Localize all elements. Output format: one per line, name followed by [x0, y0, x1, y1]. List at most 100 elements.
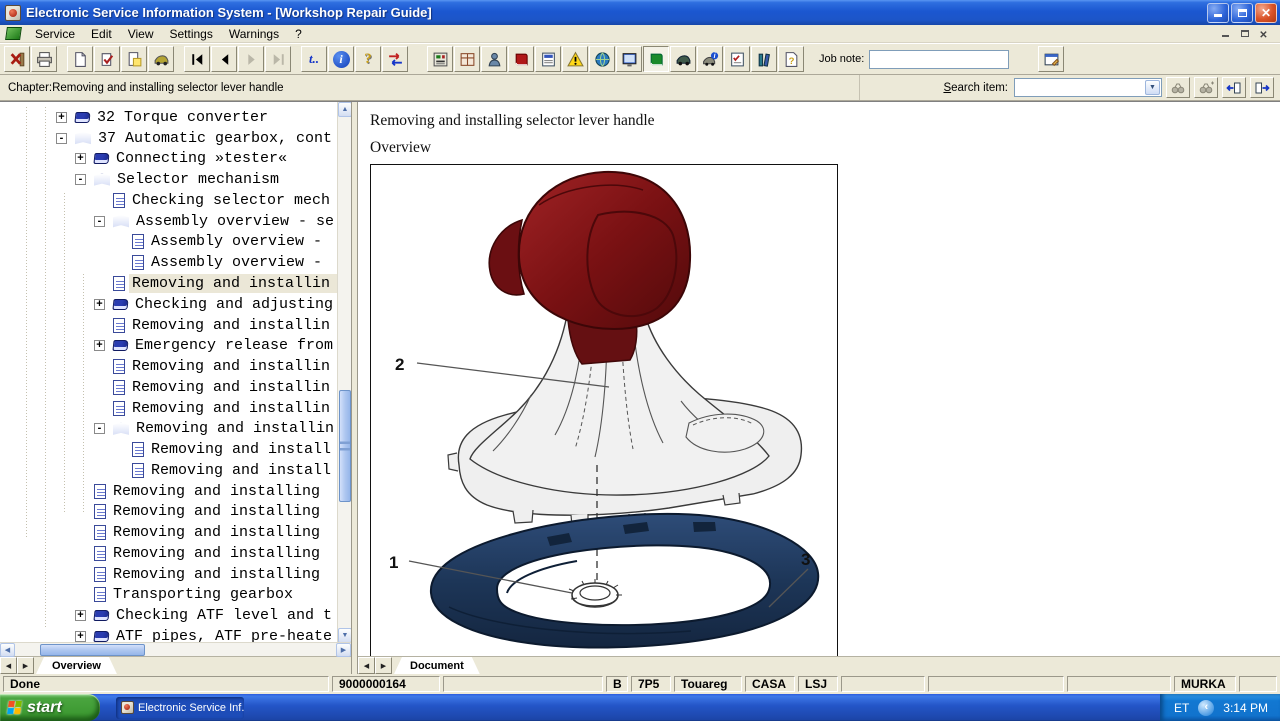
tree-item[interactable]: -Selector mechanism — [0, 169, 351, 190]
document-edit-button[interactable] — [94, 46, 120, 72]
document-help-button[interactable]: ? — [778, 46, 804, 72]
tree-item[interactable]: -37 Automatic gearbox, cont — [0, 128, 351, 149]
tree-item[interactable]: Removing and installing — [0, 481, 351, 502]
restore-button[interactable] — [1231, 3, 1253, 23]
tree-item[interactable]: Removing and install — [0, 439, 351, 460]
tab-overview[interactable]: Overview — [36, 657, 117, 674]
checklist-button[interactable] — [724, 46, 750, 72]
new-document-button[interactable] — [67, 46, 93, 72]
menu-edit[interactable]: Edit — [83, 26, 120, 42]
goto-next-button[interactable] — [1250, 77, 1274, 98]
tree-item[interactable]: Removing and installing — [0, 564, 351, 585]
tree-item[interactable]: +Connecting »tester« — [0, 149, 351, 170]
tree-item[interactable]: Assembly overview - — [0, 232, 351, 253]
menu-settings[interactable]: Settings — [162, 26, 221, 42]
nav-forward-button[interactable] — [238, 46, 264, 72]
help-button[interactable] — [355, 46, 381, 72]
globe-button[interactable] — [589, 46, 615, 72]
search-input[interactable] — [1015, 81, 1145, 95]
tree-item[interactable]: Removing and installin — [0, 377, 351, 398]
print-button[interactable] — [31, 46, 57, 72]
tree-item[interactable]: Removing and installin — [0, 315, 351, 336]
search-item-combobox[interactable] — [1014, 78, 1162, 97]
minimize-button[interactable] — [1207, 3, 1229, 23]
start-button[interactable]: start — [0, 694, 100, 721]
close-button[interactable] — [1255, 3, 1277, 23]
collapse-icon[interactable]: - — [94, 423, 105, 434]
mdi-close-button[interactable] — [1255, 27, 1272, 41]
warning-button[interactable] — [562, 46, 588, 72]
vehicle-info-button[interactable]: i — [697, 46, 723, 72]
scroll-left-button[interactable] — [0, 643, 15, 657]
tree-item[interactable]: Removing and installin — [0, 398, 351, 419]
tree-item[interactable]: +Emergency release from — [0, 335, 351, 356]
tree-item[interactable]: Removing and installin — [0, 356, 351, 377]
find-button[interactable] — [1166, 77, 1190, 98]
horizontal-scrollbar-thumb[interactable] — [40, 644, 145, 656]
tree-item[interactable]: -Removing and installin — [0, 418, 351, 439]
job-note-input[interactable] — [869, 50, 1009, 69]
customer-button[interactable] — [481, 46, 507, 72]
tree-item[interactable]: Removing and install — [0, 460, 351, 481]
screen-button[interactable] — [616, 46, 642, 72]
tree-item[interactable]: +Checking ATF level and t — [0, 605, 351, 626]
workshop-manual-button[interactable] — [427, 46, 453, 72]
tree-item[interactable]: Removing and installing — [0, 502, 351, 523]
tree-item[interactable]: +Checking and adjusting — [0, 294, 351, 315]
expand-icon[interactable]: + — [94, 299, 105, 310]
vertical-scrollbar-thumb[interactable] — [339, 390, 351, 502]
taskbar-task-button[interactable]: Electronic Service Inf... — [116, 697, 244, 719]
document-content[interactable]: Removing and installing selector lever h… — [358, 102, 1280, 656]
tree-item[interactable]: +32 Torque converter — [0, 107, 351, 128]
window-table-button[interactable] — [454, 46, 480, 72]
tree-item[interactable]: Assembly overview - — [0, 252, 351, 273]
menu-view[interactable]: View — [120, 26, 162, 42]
menu-help[interactable]: ? — [287, 26, 310, 42]
expand-icon[interactable]: + — [56, 112, 67, 123]
scroll-down-button[interactable] — [338, 628, 351, 642]
collapse-icon[interactable]: - — [75, 174, 86, 185]
language-indicator[interactable]: ET — [1174, 701, 1189, 715]
exit-button[interactable] — [4, 46, 30, 72]
expand-icon[interactable]: + — [75, 610, 86, 621]
chevron-down-icon[interactable] — [1145, 80, 1160, 95]
green-manual-button[interactable] — [643, 46, 669, 72]
expand-icon[interactable]: + — [75, 153, 86, 164]
menu-warnings[interactable]: Warnings — [221, 26, 287, 42]
tab-scroll-left-button[interactable] — [0, 657, 17, 674]
tree-item[interactable]: +ATF pipes, ATF pre-heate — [0, 626, 351, 642]
red-book-button[interactable] — [508, 46, 534, 72]
expand-icon[interactable]: + — [75, 631, 86, 642]
goto-previous-button[interactable] — [1222, 77, 1246, 98]
doc-tab-scroll-right-button[interactable] — [375, 657, 392, 674]
document-list-button[interactable] — [535, 46, 561, 72]
tree-item[interactable]: Checking selector mech — [0, 190, 351, 211]
tab-document[interactable]: Document — [394, 657, 480, 674]
doc-tab-scroll-left-button[interactable] — [358, 657, 375, 674]
expand-icon[interactable]: + — [94, 340, 105, 351]
tree-item[interactable]: Transporting gearbox — [0, 585, 351, 606]
find-next-button[interactable] — [1194, 77, 1218, 98]
hidden-icons-chevron-icon[interactable] — [1198, 700, 1214, 716]
tree-item-selected[interactable]: Removing and installin — [0, 273, 351, 294]
tree-item[interactable]: -Assembly overview - se — [0, 211, 351, 232]
tab-scroll-right-button[interactable] — [17, 657, 34, 674]
collapse-icon[interactable]: - — [56, 133, 67, 144]
tree-item[interactable]: Removing and installing — [0, 543, 351, 564]
job-note-editor-button[interactable] — [1038, 46, 1064, 72]
swap-windows-button[interactable] — [382, 46, 408, 72]
document-note-button[interactable] — [121, 46, 147, 72]
tree-horizontal-scrollbar[interactable] — [0, 642, 351, 656]
t-navigation-button[interactable] — [301, 46, 327, 72]
nav-back-button[interactable] — [211, 46, 237, 72]
tree-view[interactable]: +32 Torque converter-37 Automatic gearbo… — [0, 102, 351, 642]
mdi-minimize-button[interactable] — [1217, 27, 1234, 41]
tree-item[interactable]: Removing and installing — [0, 522, 351, 543]
scroll-right-button[interactable] — [336, 643, 351, 657]
nav-first-button[interactable] — [184, 46, 210, 72]
scroll-up-button[interactable] — [338, 102, 351, 117]
info-button[interactable] — [328, 46, 354, 72]
bookshelf-button[interactable] — [751, 46, 777, 72]
vehicle-button[interactable] — [148, 46, 174, 72]
collapse-icon[interactable]: - — [94, 216, 105, 227]
